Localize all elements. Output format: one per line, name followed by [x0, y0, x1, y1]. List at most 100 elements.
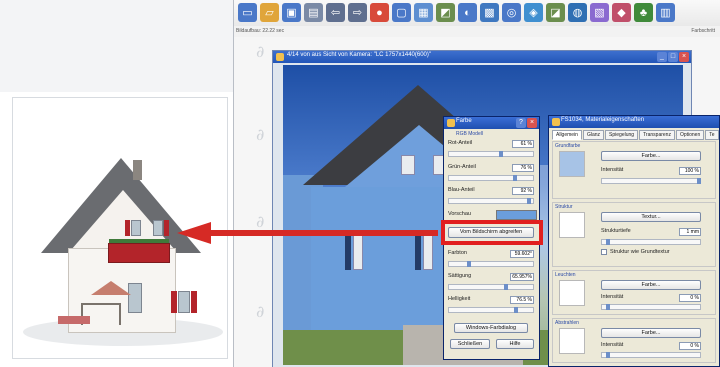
save-icon[interactable]: ▣	[282, 3, 301, 22]
house-shutter	[125, 220, 130, 236]
slider-thumb[interactable]	[697, 178, 701, 184]
render-window	[353, 230, 363, 270]
dim-swatch[interactable]	[559, 328, 585, 354]
background-swirl: ∂	[256, 212, 265, 231]
structure-depth-field[interactable]: 1 mm	[679, 228, 701, 236]
print-icon[interactable]: ▤	[304, 3, 323, 22]
camera-window-title: 4/14 von aus Sicht von Kamera: "LC 1757x…	[287, 52, 432, 58]
close-icon[interactable]: ×	[679, 52, 689, 62]
structure-depth-slider[interactable]	[601, 239, 701, 245]
blue-value-field[interactable]: 92 %	[512, 187, 534, 195]
structure-checkbox[interactable]	[601, 249, 607, 255]
material-properties-window[interactable]: FS1034, Materialeigenschaften Allgemein …	[548, 115, 720, 367]
tab-general[interactable]: Allgemein	[552, 130, 582, 140]
saturation-slider[interactable]	[448, 284, 534, 290]
camera-icon[interactable]: ▩	[480, 3, 499, 22]
slider-thumb[interactable]	[606, 304, 610, 310]
material-icon[interactable]: ◈	[524, 3, 543, 22]
red-slider[interactable]	[448, 151, 534, 157]
texture-button[interactable]: Textur...	[601, 212, 701, 222]
render-window	[401, 155, 415, 175]
tree-icon[interactable]: ♣	[634, 3, 653, 22]
blue-slider[interactable]	[448, 198, 534, 204]
hue-slider[interactable]	[448, 261, 534, 267]
view-icon[interactable]: ◩	[436, 3, 455, 22]
glow-color-button[interactable]: Farbe...	[601, 280, 701, 290]
annotation-arrow-shaft	[210, 230, 438, 236]
intensity-value-field[interactable]: 100 %	[679, 167, 701, 175]
main-toolbar: ▭ ▱ ▣ ▤ ⇦ ⇨ ● ▢ ▦ ◩ ◐ ▩ ◎ ◈ ◪ ◍ ▧ ◆ ♣ ▥	[234, 0, 720, 26]
cube-icon[interactable]: ▧	[590, 3, 609, 22]
plant-icon[interactable]: ◍	[568, 3, 587, 22]
left-background	[0, 0, 233, 92]
render-shutter	[345, 230, 351, 270]
green-value-field[interactable]: 76 %	[512, 164, 534, 172]
slider-thumb[interactable]	[467, 261, 471, 267]
hue-value-field[interactable]: 59.602°	[510, 250, 534, 258]
preview-label: Vorschau	[448, 211, 471, 217]
base-color-section: Grundfarbe Farbe... Intensität 100 %	[552, 141, 716, 199]
dialog-icon	[447, 119, 455, 127]
color-dialog-titlebar[interactable]: Farbe ? ×	[444, 117, 539, 129]
lightness-slider[interactable]	[448, 307, 534, 313]
slider-thumb[interactable]	[499, 151, 503, 157]
open-icon[interactable]: ▱	[260, 3, 279, 22]
tab-options[interactable]: Optionen	[675, 130, 705, 140]
structure-swatch[interactable]	[559, 212, 585, 238]
slider-thumb[interactable]	[514, 307, 518, 313]
lightness-value-field[interactable]: 76.5 %	[510, 296, 534, 304]
red-value-field[interactable]: 61 %	[512, 140, 534, 148]
light-icon[interactable]: ◐	[458, 3, 477, 22]
slider-thumb[interactable]	[606, 352, 610, 358]
intensity-slider[interactable]	[601, 178, 701, 184]
zoom-icon[interactable]: ◎	[502, 3, 521, 22]
slider-thumb[interactable]	[504, 284, 508, 290]
material-window-titlebar[interactable]: FS1034, Materialeigenschaften	[549, 116, 719, 128]
tab-transparency[interactable]: Transparenz	[639, 130, 675, 140]
dim-intensity-slider[interactable]	[601, 352, 701, 358]
windows-color-dialog-button[interactable]: Windows-Farbdialog	[454, 323, 528, 333]
minimize-icon[interactable]: _	[657, 52, 667, 62]
slider-thumb[interactable]	[513, 175, 517, 181]
glow-swatch[interactable]	[559, 280, 585, 306]
glow-intensity-field[interactable]: 0 %	[679, 294, 701, 302]
undo-icon[interactable]: ⇦	[326, 3, 345, 22]
dim-label: Abstrahlen	[555, 320, 579, 326]
close-button[interactable]: Schließen	[450, 339, 490, 349]
color-preview-swatch	[496, 210, 537, 220]
dim-intensity-field[interactable]: 0 %	[679, 342, 701, 350]
rgb-group-label: RGB Modell	[456, 131, 483, 137]
slider-thumb[interactable]	[527, 198, 531, 204]
lightness-label: Helligkeit	[448, 296, 471, 302]
green-slider[interactable]	[448, 175, 534, 181]
hue-label: Farbton	[448, 250, 467, 256]
tab-reflection[interactable]: Spiegelung	[605, 130, 639, 140]
saturation-label: Sättigung	[448, 273, 472, 279]
close-icon[interactable]: ×	[527, 118, 537, 128]
new-icon[interactable]: ▭	[238, 3, 257, 22]
dim-color-button[interactable]: Farbe...	[601, 328, 701, 338]
structure-section: Struktur Textur... Strukturtiefe 1 mm St…	[552, 202, 716, 267]
base-color-swatch[interactable]	[559, 151, 585, 177]
help-icon[interactable]: ?	[516, 118, 526, 128]
image-icon[interactable]: ▦	[414, 3, 433, 22]
camera-window-titlebar[interactable]: 4/14 von aus Sicht von Kamera: "LC 1757x…	[273, 51, 691, 63]
redo-icon[interactable]: ⇨	[348, 3, 367, 22]
tab-texture[interactable]: Te	[705, 130, 719, 140]
glow-intensity-slider[interactable]	[601, 304, 701, 310]
color-button[interactable]: Farbe...	[601, 151, 701, 161]
dialog-icon	[552, 118, 560, 126]
saturation-value-field[interactable]: 65.957%	[510, 273, 534, 281]
red-label: Rot-Anteil	[448, 140, 473, 146]
texture-icon[interactable]: ◪	[546, 3, 565, 22]
object-icon[interactable]: ▢	[392, 3, 411, 22]
window-icon[interactable]: ▥	[656, 3, 675, 22]
color-icon[interactable]: ◆	[612, 3, 631, 22]
tab-gloss[interactable]: Glanz	[582, 130, 605, 140]
maximize-icon[interactable]: □	[668, 52, 678, 62]
render-icon[interactable]: ●	[370, 3, 389, 22]
render-window	[423, 230, 433, 270]
slider-thumb[interactable]	[606, 239, 610, 245]
help-button[interactable]: Hilfe	[496, 339, 534, 349]
annotation-highlight-box	[441, 220, 543, 245]
